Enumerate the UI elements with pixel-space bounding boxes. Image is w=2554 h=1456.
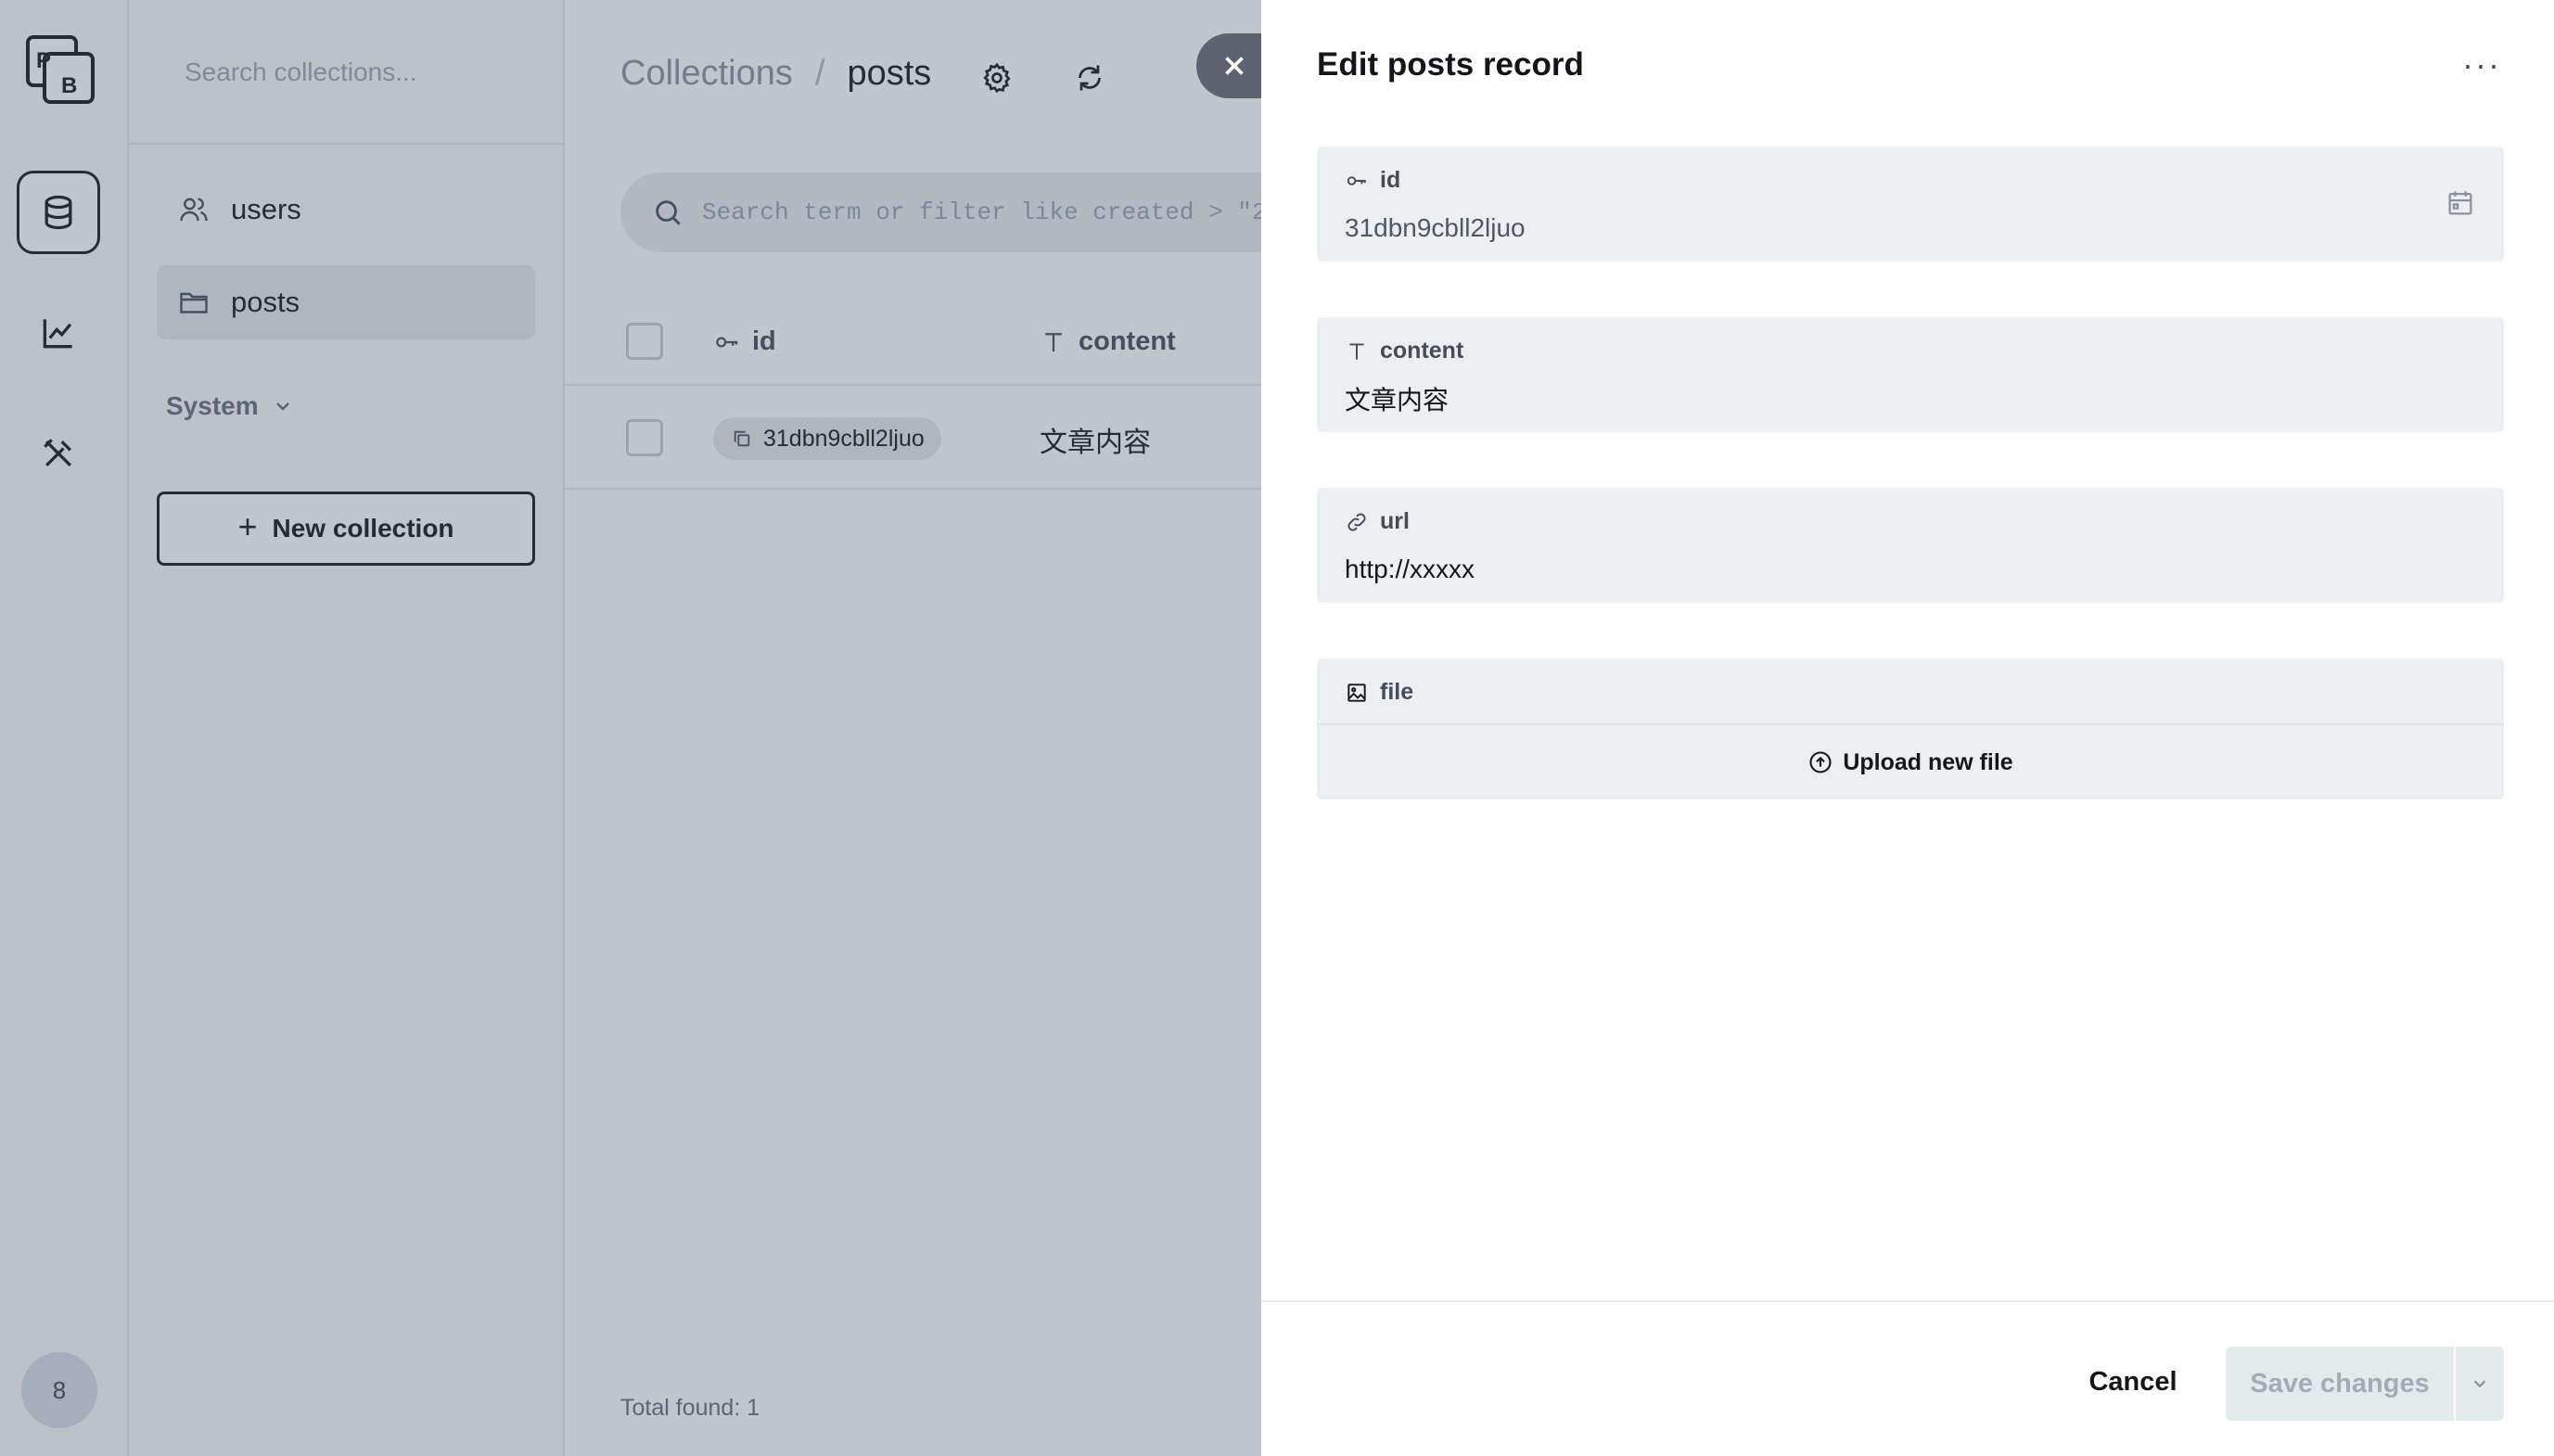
content-field-label: content [1345, 338, 1463, 364]
close-icon [1225, 57, 1244, 75]
upload-label: Upload new file [1843, 748, 2013, 775]
cancel-button[interactable]: Cancel [2050, 1347, 2216, 1417]
field-label-text: url [1380, 508, 1410, 534]
text-icon [1349, 342, 1364, 360]
id-field-label: id [1345, 167, 1400, 194]
content-input[interactable] [1345, 378, 2411, 419]
chevron-down-icon [2473, 1380, 2486, 1388]
save-changes-button[interactable]: Save changes [2226, 1347, 2454, 1421]
url-field-label: url [1345, 508, 1410, 535]
panel-title: Edit posts record [1317, 46, 1584, 83]
close-panel-button[interactable] [1196, 33, 1261, 98]
key-icon [1347, 175, 1366, 185]
edit-record-panel: Edit posts record ··· id content [1261, 0, 2554, 1456]
field-label-text: file [1380, 679, 1414, 705]
link-icon [1347, 513, 1366, 530]
id-input[interactable] [1345, 208, 2411, 249]
calendar-icon[interactable] [2445, 187, 2476, 219]
title-suffix: record [1482, 46, 1584, 83]
file-field-label: file [1345, 679, 1413, 706]
field-label-text: id [1380, 167, 1401, 193]
file-field: file Upload new file [1317, 658, 2504, 799]
title-collection: posts [1386, 46, 1475, 83]
content-field: content [1317, 317, 2504, 432]
title-prefix: Edit [1317, 46, 1379, 83]
url-field: url [1317, 488, 2504, 603]
id-field: id [1317, 147, 2504, 262]
url-input[interactable] [1345, 549, 2411, 590]
upload-file-button[interactable]: Upload new file [1317, 725, 2504, 799]
save-options-dropdown[interactable] [2456, 1347, 2504, 1421]
image-icon [1347, 683, 1366, 702]
field-label-text: content [1380, 338, 1464, 364]
more-icon: ··· [2462, 45, 2501, 83]
modal-overlay[interactable] [0, 0, 1261, 1456]
upload-cloud-icon [1809, 751, 1832, 773]
more-options-button[interactable]: ··· [2456, 39, 2508, 91]
panel-footer: Cancel Save changes [1261, 1300, 2554, 1456]
